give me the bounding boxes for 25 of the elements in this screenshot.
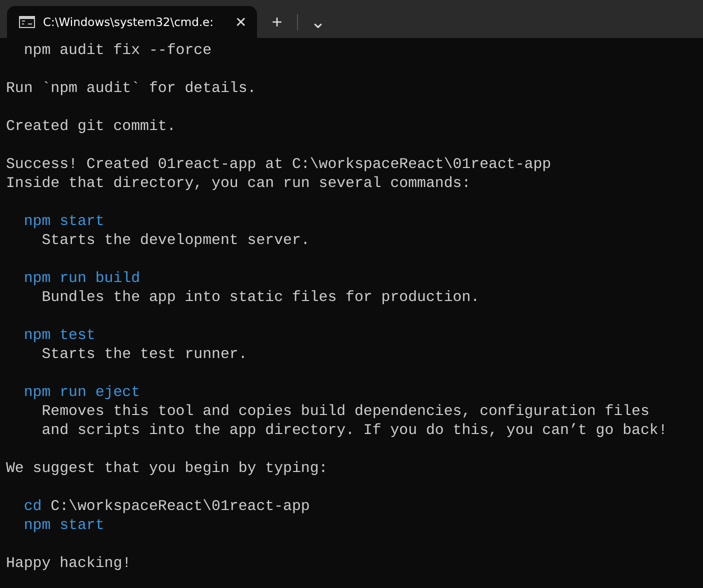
output-text: Starts the test runner. <box>40 347 248 363</box>
command-text: npm run build <box>22 271 140 287</box>
output-text: C:\workspaceReact\01react-app <box>50 499 310 515</box>
command-text: npm test <box>22 328 96 344</box>
dropdown-button[interactable]: ⌄ <box>304 8 332 36</box>
command-text: npm start <box>22 214 104 230</box>
output-text: Removes this tool and copies build dependencies, configuration files <box>40 404 650 420</box>
output-text: Happy hacking! <box>6 556 132 572</box>
output-text: Inside that directory, you can run several commands: <box>6 176 471 192</box>
command-text: npm start <box>22 518 104 534</box>
output-text: npm audit fix --force <box>22 43 212 59</box>
terminal-tab[interactable]: C:\Windows\system32\cmd.e: ✕ <box>7 6 257 38</box>
console-icon <box>19 16 35 28</box>
output-text: Run `npm audit` for details. <box>6 81 256 97</box>
output-text: Starts the development server. <box>40 233 310 249</box>
command-text: cd <box>22 499 42 515</box>
output-text: Success! Created 01react-app at C:\workspaceReact\01react-app <box>6 157 552 173</box>
close-button[interactable]: ✕ <box>233 12 249 32</box>
output-text: We suggest that you begin by typing: <box>6 461 328 477</box>
tab-title: C:\Windows\system32\cmd.e: <box>43 15 215 29</box>
output-text: Bundles the app into static files for production. <box>40 290 480 306</box>
new-tab-button[interactable]: + <box>263 8 291 36</box>
command-text: npm run eject <box>22 385 140 401</box>
output-text: Created git commit. <box>6 119 176 135</box>
output-text: and scripts into the app directory. If you do this, you can’t go back! <box>40 423 668 439</box>
